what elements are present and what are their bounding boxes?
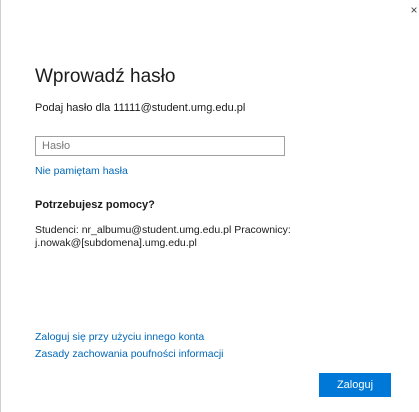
account-subtitle: Podaj hasło dla 11111@student.umg.edu.pl [35, 102, 246, 114]
password-field[interactable] [35, 136, 285, 156]
help-text: Studenci: nr_albumu@student.umg.edu.pl P… [35, 224, 291, 249]
other-account-link[interactable]: Zaloguj się przy użyciu innego konta [35, 331, 204, 343]
page-title: Wprowadź hasło [35, 66, 176, 87]
signin-dialog: × Wprowadź hasło Podaj hasło dla 11111@s… [0, 0, 419, 412]
signin-button[interactable]: Zaloguj [319, 373, 391, 397]
privacy-policy-link[interactable]: Zasady zachowania poufności informacji [35, 348, 224, 360]
close-icon[interactable]: × [409, 2, 419, 18]
forgot-password-link[interactable]: Nie pamiętam hasła [35, 165, 128, 177]
help-heading: Potrzebujesz pomocy? [35, 199, 155, 211]
